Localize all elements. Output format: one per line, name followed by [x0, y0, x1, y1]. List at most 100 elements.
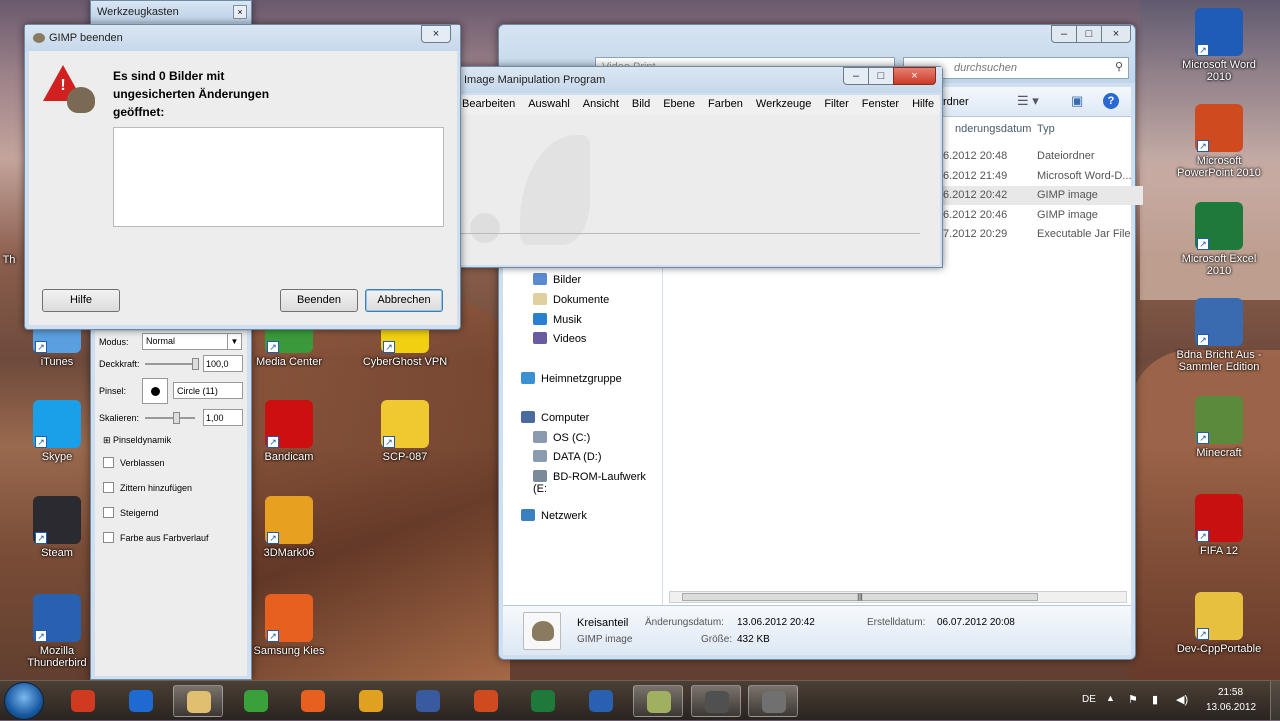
table-row[interactable]: 6.2012 21:49 Microsoft Word-D...: [943, 167, 1143, 186]
nav-tree-item[interactable]: Dokumente: [533, 293, 609, 306]
dialog-titlebar[interactable]: GIMP beenden: [25, 25, 460, 51]
taskbar-app-button[interactable]: [173, 685, 223, 717]
table-row[interactable]: 6.2012 20:42 GIMP image: [943, 186, 1143, 205]
taskbar-app-button[interactable]: [346, 685, 396, 717]
toolbox-titlebar[interactable]: Werkzeugkasten ×: [91, 1, 251, 23]
image-list[interactable]: [113, 127, 444, 227]
action-center-icon[interactable]: ⚑: [1128, 693, 1138, 706]
close-icon[interactable]: ×: [233, 5, 247, 19]
close-button[interactable]: ×: [893, 67, 936, 85]
scrollbar-thumb[interactable]: |||: [682, 593, 1038, 601]
taskbar-app-button[interactable]: [116, 685, 166, 717]
minimize-button[interactable]: –: [1051, 25, 1077, 43]
menu-item[interactable]: Farben: [708, 98, 743, 110]
quit-button[interactable]: Beenden: [280, 289, 358, 312]
table-row[interactable]: 7.2012 20:29 Executable Jar File: [943, 225, 1143, 244]
scale-slider[interactable]: [145, 412, 195, 424]
mode-select[interactable]: Normal ▼: [142, 333, 242, 350]
maximize-button[interactable]: □: [868, 67, 894, 85]
checkbox-box[interactable]: [103, 482, 114, 493]
menu-item[interactable]: Filter: [824, 98, 848, 110]
desktop-shortcut-right-6[interactable]: ↗ Dev-CppPortable: [1174, 592, 1264, 655]
gimp-canvas[interactable]: [460, 115, 940, 265]
taskbar-app-button[interactable]: [58, 685, 108, 717]
desktop-shortcut-mid-1[interactable]: ↗ Bandicam: [244, 400, 334, 463]
desktop-shortcut-2[interactable]: ↗ Steam: [12, 496, 102, 559]
nav-tree-item[interactable]: Computer: [521, 411, 589, 424]
gimp-main-window[interactable]: Image Manipulation Program – □ × Bearbei…: [455, 66, 943, 268]
volume-icon[interactable]: ◀): [1176, 693, 1188, 706]
taskbar-app-button[interactable]: [576, 685, 626, 717]
view-icon[interactable]: ☰ ▾: [1017, 93, 1039, 109]
toolbox-checkbox[interactable]: Verblassen: [103, 457, 165, 468]
menu-item[interactable]: Hilfe: [912, 98, 934, 110]
help-icon[interactable]: ?: [1103, 93, 1119, 109]
desktop-shortcut-3[interactable]: ↗ Mozilla Thunderbird: [12, 594, 102, 669]
nav-tree-item[interactable]: DATA (D:): [533, 450, 601, 463]
opacity-value[interactable]: 100,0: [203, 355, 243, 372]
close-button[interactable]: ×: [1101, 25, 1131, 43]
column-header-date[interactable]: nderungsdatum: [955, 123, 1045, 143]
show-desktop-button[interactable]: [1270, 681, 1280, 721]
brush-name[interactable]: Circle (11): [173, 382, 243, 399]
menu-item[interactable]: Auswahl: [528, 98, 570, 110]
table-row[interactable]: 6.2012 20:46 GIMP image: [943, 206, 1143, 225]
menu-item[interactable]: Ebene: [663, 98, 695, 110]
desktop-shortcut-right-2[interactable]: ↗ Microsoft Excel 2010: [1174, 202, 1264, 277]
toolbox-checkbox[interactable]: Steigernd: [103, 507, 159, 518]
scale-value[interactable]: 1,00: [203, 409, 243, 426]
show-hidden-icons-icon[interactable]: ▲: [1106, 693, 1115, 703]
menu-item[interactable]: Werkzeuge: [756, 98, 811, 110]
nav-tree-item[interactable]: BD-ROM-Laufwerk (E:: [533, 470, 663, 495]
new-folder-button[interactable]: rdner: [943, 96, 969, 108]
help-button[interactable]: Hilfe: [42, 289, 120, 312]
taskbar-app-button[interactable]: [748, 685, 798, 717]
taskbar-app-button[interactable]: [403, 685, 453, 717]
cancel-button[interactable]: Abbrechen: [365, 289, 443, 312]
toolbox-checkbox[interactable]: Farbe aus Farbverlauf: [103, 532, 209, 543]
menu-item[interactable]: Ansicht: [583, 98, 619, 110]
desktop-shortcut-right-4[interactable]: ↗ Minecraft: [1174, 396, 1264, 459]
desktop-shortcut-right-5[interactable]: ↗ FIFA 12: [1174, 494, 1264, 557]
language-indicator[interactable]: DE: [1082, 694, 1096, 705]
slider-handle[interactable]: [173, 412, 180, 424]
taskbar-app-button[interactable]: [633, 685, 683, 717]
desktop-shortcut-right-3[interactable]: ↗ Bdna Bricht Aus - Sammler Edition: [1174, 298, 1264, 373]
taskbar-app-button[interactable]: [288, 685, 338, 717]
search-icon[interactable]: ⚲: [1115, 60, 1123, 73]
taskbar-app-button[interactable]: [231, 685, 281, 717]
clock-date[interactable]: 13.06.2012: [1206, 702, 1256, 713]
nav-tree-item[interactable]: OS (C:): [533, 431, 590, 444]
menu-item[interactable]: Bild: [632, 98, 650, 110]
checkbox-box[interactable]: [103, 457, 114, 468]
network-icon[interactable]: ▮: [1152, 693, 1158, 706]
preview-pane-icon[interactable]: ▣: [1071, 93, 1083, 109]
slider-handle[interactable]: [192, 358, 199, 370]
horizontal-scrollbar[interactable]: |||: [669, 591, 1127, 603]
taskbar-app-button[interactable]: [461, 685, 511, 717]
start-button[interactable]: [4, 682, 44, 720]
opacity-slider[interactable]: [145, 358, 199, 370]
menu-item[interactable]: Fenster: [862, 98, 899, 110]
desktop-shortcut-mid-2[interactable]: ↗ 3DMark06: [244, 496, 334, 559]
close-button[interactable]: ×: [421, 25, 451, 43]
brush-dynamics-expander[interactable]: ⊞ Pinseldynamik: [103, 435, 171, 446]
column-header-type[interactable]: Typ: [1037, 123, 1055, 135]
nav-tree-item[interactable]: Heimnetzgruppe: [521, 372, 622, 385]
nav-tree-item[interactable]: Videos: [533, 332, 586, 345]
toolbox-checkbox[interactable]: Zittern hinzufügen: [103, 482, 192, 493]
checkbox-box[interactable]: [103, 532, 114, 543]
nav-tree-item[interactable]: Netzwerk: [521, 509, 587, 522]
nav-tree-item[interactable]: Bilder: [533, 273, 581, 286]
nav-tree-item[interactable]: Musik: [533, 313, 582, 326]
checkbox-box[interactable]: [103, 507, 114, 518]
taskbar-app-button[interactable]: [518, 685, 568, 717]
taskbar-app-button[interactable]: [690, 685, 741, 717]
clock-time[interactable]: 21:58: [1218, 687, 1243, 698]
desktop-shortcut-1[interactable]: ↗ Skype: [12, 400, 102, 463]
desktop-shortcut-mid-3[interactable]: ↗ Samsung Kies: [244, 594, 334, 657]
maximize-button[interactable]: □: [1076, 25, 1102, 43]
menu-item[interactable]: Bearbeiten: [462, 98, 515, 110]
table-row[interactable]: 6.2012 20:48 Dateiordner: [943, 147, 1143, 166]
brush-preview[interactable]: [142, 378, 168, 404]
